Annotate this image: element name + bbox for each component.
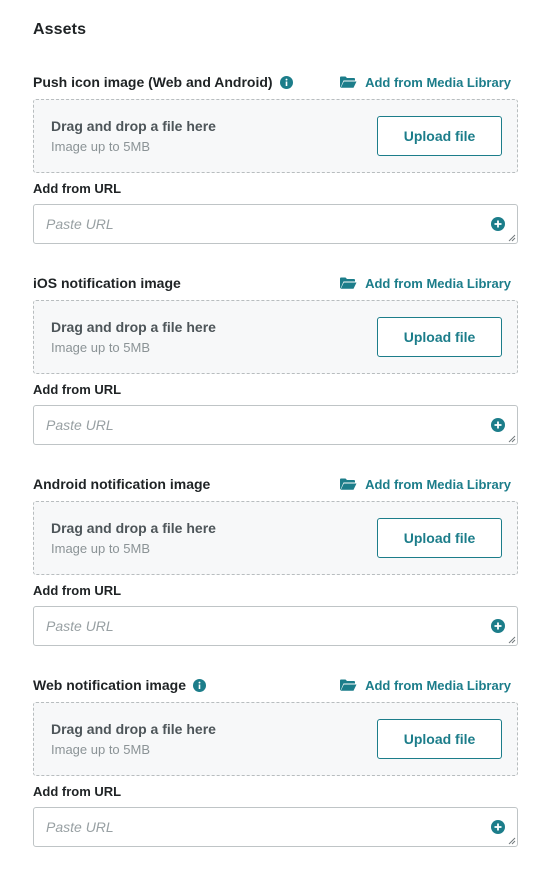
resize-handle-icon[interactable] — [508, 234, 516, 242]
upload-file-button[interactable]: Upload file — [377, 518, 502, 558]
resize-handle-icon[interactable] — [508, 636, 516, 644]
folder-open-icon — [340, 679, 357, 691]
dropzone-title: Drag and drop a file here — [51, 319, 216, 335]
file-dropzone[interactable]: Drag and drop a file here Image up to 5M… — [33, 99, 518, 173]
info-icon[interactable] — [279, 75, 293, 89]
url-field — [33, 204, 518, 244]
url-field — [33, 807, 518, 847]
add-from-media-library-link[interactable]: Add from Media Library — [339, 273, 511, 293]
url-field-label: Add from URL — [33, 583, 122, 598]
upload-file-button[interactable]: Upload file — [377, 719, 502, 759]
dropzone-title: Drag and drop a file here — [51, 118, 216, 134]
url-field — [33, 606, 518, 646]
url-input[interactable] — [46, 615, 476, 637]
folder-open-icon — [340, 478, 357, 490]
info-icon[interactable] — [192, 678, 206, 692]
folder-open-icon — [340, 76, 357, 88]
section-label: Web notification image — [33, 677, 186, 693]
section-label: Android notification image — [33, 476, 211, 492]
resize-handle-icon[interactable] — [508, 837, 516, 845]
dropzone-size-hint: Image up to 5MB — [51, 340, 150, 355]
url-input[interactable] — [46, 816, 476, 838]
dropzone-size-hint: Image up to 5MB — [51, 541, 150, 556]
asset-section-android: Android notification image Add from Medi… — [33, 474, 519, 674]
plus-circle-icon[interactable] — [491, 217, 505, 231]
url-field-label: Add from URL — [33, 382, 122, 397]
page-heading: Assets — [33, 21, 87, 38]
asset-section-web: Web notification image Add from Media Li… — [33, 675, 519, 875]
file-dropzone[interactable]: Drag and drop a file here Image up to 5M… — [33, 501, 518, 575]
plus-circle-icon[interactable] — [491, 820, 505, 834]
file-dropzone[interactable]: Drag and drop a file here Image up to 5M… — [33, 702, 518, 776]
url-field-label: Add from URL — [33, 784, 122, 799]
asset-section-ios: iOS notification image Add from Media Li… — [33, 273, 519, 473]
add-from-media-library-link[interactable]: Add from Media Library — [339, 72, 511, 92]
url-field-label: Add from URL — [33, 181, 122, 196]
dropzone-size-hint: Image up to 5MB — [51, 742, 150, 757]
dropzone-size-hint: Image up to 5MB — [51, 139, 150, 154]
resize-handle-icon[interactable] — [508, 435, 516, 443]
plus-circle-icon[interactable] — [491, 418, 505, 432]
plus-circle-icon[interactable] — [491, 619, 505, 633]
url-input[interactable] — [46, 414, 476, 436]
asset-section-push-icon: Push icon image (Web and Android) Add fr… — [33, 72, 519, 272]
url-field — [33, 405, 518, 445]
dropzone-title: Drag and drop a file here — [51, 721, 216, 737]
add-from-media-library-link[interactable]: Add from Media Library — [339, 474, 511, 494]
add-from-media-library-link[interactable]: Add from Media Library — [339, 675, 511, 695]
media-library-label: Add from Media Library — [365, 476, 511, 492]
media-library-label: Add from Media Library — [365, 677, 511, 693]
dropzone-title: Drag and drop a file here — [51, 520, 216, 536]
media-library-label: Add from Media Library — [365, 74, 511, 90]
file-dropzone[interactable]: Drag and drop a file here Image up to 5M… — [33, 300, 518, 374]
media-library-label: Add from Media Library — [365, 275, 511, 291]
section-label: Push icon image (Web and Android) — [33, 74, 273, 90]
upload-file-button[interactable]: Upload file — [377, 317, 502, 357]
folder-open-icon — [340, 277, 357, 289]
upload-file-button[interactable]: Upload file — [377, 116, 502, 156]
section-label: iOS notification image — [33, 275, 181, 291]
url-input[interactable] — [46, 213, 476, 235]
